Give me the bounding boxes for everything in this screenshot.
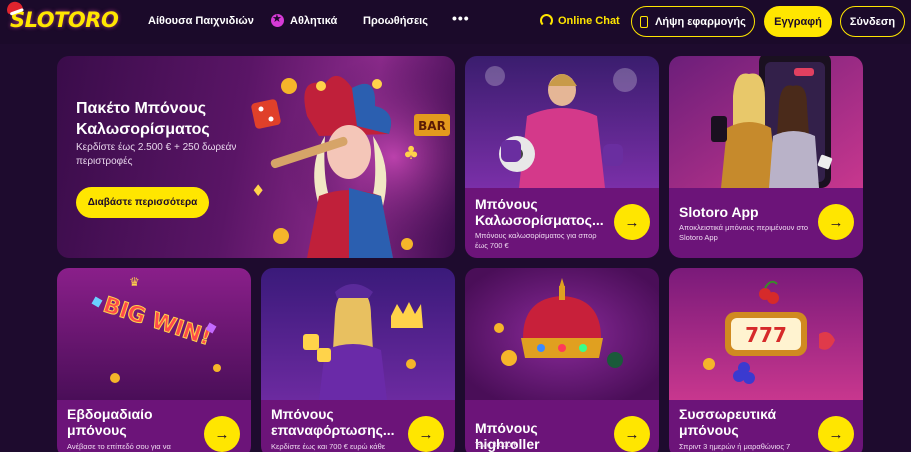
svg-text:♛: ♛ bbox=[129, 275, 140, 289]
arrow-right-icon[interactable]: → bbox=[614, 204, 650, 240]
arrow-right-icon[interactable]: → bbox=[204, 416, 240, 452]
hero-subtitle: Κερδίστε έως 2.500 € + 250 δωρεάν περιστ… bbox=[76, 142, 237, 167]
card-title: Slotoro App bbox=[679, 204, 759, 220]
nav-sports[interactable]: Αθλητικά bbox=[290, 15, 337, 27]
arrow-right-icon[interactable]: → bbox=[614, 416, 650, 452]
card-title: Μπόνους επαναφόρτωσης... bbox=[271, 406, 395, 438]
sport-icon bbox=[271, 12, 284, 27]
card-description: Κερδίστε έως και 700 € ευρώ κάθε bbox=[271, 442, 386, 451]
welcome-package-hero[interactable]: BAR ♣ ♦ Πακέτο Μπόνους Καλωσορίσματος Κε… bbox=[57, 56, 455, 258]
arrow-right-icon[interactable]: → bbox=[408, 416, 444, 452]
nav-casino[interactable]: Αίθουσα Παιχνιδιών bbox=[148, 15, 254, 27]
register-button[interactable]: Εγγραφή bbox=[764, 6, 832, 37]
online-chat-link[interactable]: Online Chat bbox=[558, 15, 620, 27]
hero-title: Πακέτο Μπόνους Καλωσορίσματος bbox=[76, 100, 210, 138]
read-more-button[interactable]: Διαβάστε περισσότερα bbox=[76, 187, 209, 218]
nav-promotions[interactable]: Προωθήσεις bbox=[363, 15, 428, 27]
card-description: Αποκλειστικά μπόνους περιμένουν στο Slot… bbox=[679, 223, 809, 242]
download-app-button[interactable]: Λήψη εφαρμογής bbox=[631, 6, 755, 37]
app-girls-illustration bbox=[669, 56, 863, 188]
card-description: Σπριντ 3 ημερών ή μαραθώνιος 7 bbox=[679, 442, 791, 451]
highroller-bonus-card[interactable]: Μπόνους highroller Έως 3.000 € → bbox=[465, 268, 659, 452]
phone-icon bbox=[640, 15, 649, 28]
triple-seven-text: 777 bbox=[745, 323, 787, 347]
logo-text: SLOTORO bbox=[10, 8, 119, 32]
card-description: Έως 3.000 € bbox=[475, 440, 518, 449]
login-button[interactable]: Σύνδεση bbox=[840, 6, 905, 37]
arrow-right-icon[interactable]: → bbox=[818, 204, 854, 240]
sports-welcome-card[interactable]: Μπόνους Καλωσορίσματος... Μπόνους καλωσο… bbox=[465, 56, 659, 258]
slot-machine-illustration: 777 bbox=[669, 268, 863, 400]
svg-text:♦: ♦ bbox=[251, 181, 265, 200]
top-header: SLOTORO Αίθουσα Παιχνιδιών Αθλητικά Προω… bbox=[0, 0, 911, 44]
crown-illustration bbox=[465, 268, 659, 400]
slotoro-logo[interactable]: SLOTORO bbox=[4, 0, 119, 32]
slotoro-app-card[interactable]: Slotoro App Αποκλειστικά μπόνους περιμέν… bbox=[669, 56, 863, 258]
bar-sign-text: BAR bbox=[418, 119, 446, 133]
card-description: Μπόνους καλωσορίσματος για σπορ έως 700 … bbox=[475, 231, 597, 250]
arrow-right-icon[interactable]: → bbox=[818, 416, 854, 452]
chat-icon bbox=[540, 14, 553, 27]
card-title: Μπόνους Καλωσορίσματος... bbox=[475, 196, 604, 228]
download-app-label: Λήψη εφαρμογής bbox=[655, 15, 746, 28]
card-title: Συσσωρευτικά μπόνους bbox=[679, 406, 777, 438]
card-title: Εβδομαδιαίο μπόνους bbox=[67, 406, 153, 438]
svg-text:♣: ♣ bbox=[403, 143, 419, 164]
reload-bonus-card[interactable]: Μπόνους επαναφόρτωσης... Κερδίστε έως κα… bbox=[261, 268, 455, 452]
big-win-illustration: BIG WIN! ♛ bbox=[57, 268, 251, 400]
queen-illustration bbox=[261, 268, 455, 400]
more-menu-button[interactable]: ••• bbox=[452, 10, 470, 26]
weekly-bonus-card[interactable]: BIG WIN! ♛ Εβδομαδιαίο μπόνους Ανέβασε τ… bbox=[57, 268, 251, 452]
goalkeeper-illustration bbox=[465, 56, 659, 188]
cumulative-bonus-card[interactable]: 777 Συσσωρευτικά μπόνους Σπριντ 3 ημερών… bbox=[669, 268, 863, 452]
card-description: Ανέβασε το επίπεδό σου για να bbox=[67, 442, 171, 451]
